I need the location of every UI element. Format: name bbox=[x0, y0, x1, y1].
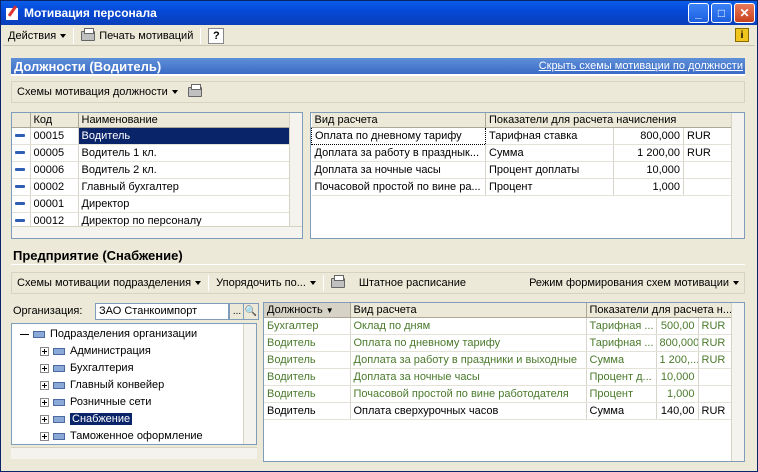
toolbar-separator bbox=[200, 27, 202, 44]
table-row[interactable]: Водитель Доплата за ночные часы Процент д.… bbox=[264, 368, 744, 386]
column-header[interactable]: Показатели для расчета н... bbox=[586, 303, 744, 318]
row-icon bbox=[15, 151, 25, 155]
actions-menu[interactable]: Действия bbox=[3, 27, 71, 45]
chevron-down-icon bbox=[309, 281, 316, 285]
column-header[interactable]: Вид расчета bbox=[311, 113, 486, 128]
column-header[interactable]: Показатели для расчета начисления bbox=[485, 113, 744, 128]
title-bar[interactable]: Мотивация персонала _ □ ✕ bbox=[1, 1, 757, 25]
table-row[interactable]: Почасовой простой по вине ра... Процент 1,… bbox=[311, 178, 744, 196]
table-row[interactable]: 00005 Водитель 1 кл. bbox=[12, 144, 302, 162]
window-title: Мотивация персонала bbox=[24, 6, 157, 20]
print-schemes-button[interactable] bbox=[183, 83, 211, 101]
table-row[interactable]: 00015 Водитель bbox=[12, 127, 302, 145]
column-header[interactable]: Наименование bbox=[78, 113, 302, 128]
order-by-menu[interactable]: Упорядочить по... bbox=[211, 274, 321, 292]
table-row[interactable]: Водитель Оплата по дневному тарифу Тарифна… bbox=[264, 334, 744, 352]
row-icon bbox=[15, 219, 25, 223]
table-row[interactable]: 00006 Водитель 2 кл. bbox=[12, 161, 302, 179]
table-row[interactable]: Оплата по дневному тарифу Тарифная ставка… bbox=[311, 126, 744, 145]
enterprise-subbar: Схемы мотивации подразделения Упорядочит… bbox=[11, 272, 745, 294]
print-department-button[interactable] bbox=[326, 274, 354, 292]
row-icon bbox=[15, 185, 25, 189]
positions-subbar: Схемы мотивация должности bbox=[11, 81, 745, 103]
table-row[interactable]: Водитель Оплата сверхурочных часов Сумма 14… bbox=[264, 402, 744, 420]
vertical-scrollbar[interactable] bbox=[731, 303, 744, 461]
chevron-down-icon bbox=[195, 281, 202, 285]
help-button[interactable]: ? bbox=[208, 27, 225, 44]
hide-schemes-link[interactable]: Скрыть схемы мотивации по должности bbox=[539, 60, 745, 72]
collapse-icon bbox=[20, 333, 29, 335]
folder-icon bbox=[53, 381, 65, 389]
scheme-mode-menu[interactable]: Режим формирования схем мотивации bbox=[524, 274, 744, 292]
positions-section-header: Должности (Водитель) Скрыть схемы мотива… bbox=[11, 58, 745, 76]
printer-icon bbox=[187, 84, 202, 97]
tree-item[interactable]: Снабжение bbox=[40, 411, 133, 427]
table-row[interactable]: Доплата за ночные часы Процент доплаты 10,… bbox=[311, 161, 744, 179]
enterprise-section-header: Предприятие (Снабжение) bbox=[11, 247, 745, 265]
folder-icon bbox=[53, 398, 65, 406]
info-icon[interactable]: i bbox=[735, 28, 749, 42]
folder-icon bbox=[53, 347, 65, 355]
tree-item[interactable]: Бухгалтерия bbox=[40, 360, 134, 376]
expand-icon bbox=[40, 346, 49, 356]
horizontal-scrollbar[interactable] bbox=[12, 226, 302, 238]
expand-icon bbox=[40, 431, 49, 441]
organization-label: Организация: bbox=[13, 305, 83, 317]
expand-icon bbox=[40, 363, 49, 373]
folder-icon bbox=[53, 432, 65, 440]
row-icon bbox=[15, 202, 25, 206]
minimize-button[interactable]: _ bbox=[688, 3, 709, 23]
chevron-down-icon bbox=[733, 281, 739, 285]
staff-schedule-button[interactable]: Штатное расписание bbox=[354, 274, 471, 292]
print-motivations-button[interactable]: Печать мотиваций bbox=[76, 27, 198, 45]
app-icon bbox=[5, 6, 19, 20]
position-schemes-menu[interactable]: Схемы мотивация должности bbox=[12, 83, 183, 101]
search-icon[interactable]: 🔍 bbox=[243, 303, 259, 320]
calc-types-grid[interactable]: Вид расчета Показатели для расчета начис… bbox=[310, 112, 745, 239]
department-schemes-menu[interactable]: Схемы мотивации подразделения bbox=[12, 274, 206, 292]
tree-item[interactable]: Главный конвейер bbox=[40, 377, 164, 393]
tree-item[interactable]: Администрация bbox=[40, 343, 151, 359]
table-row[interactable]: Водитель Доплата за работу в праздники и … bbox=[264, 351, 744, 369]
positions-grid[interactable]: Код Наименование 00015 Водитель 00005 Води… bbox=[11, 112, 303, 239]
expand-icon bbox=[40, 397, 49, 407]
sort-icon: ▼ bbox=[325, 305, 334, 315]
column-header[interactable]: Должность ▼ bbox=[264, 303, 351, 318]
main-toolbar: Действия Печать мотиваций ? i bbox=[3, 26, 755, 46]
printer-icon bbox=[81, 27, 96, 41]
toolbar-separator bbox=[208, 275, 210, 291]
toolbar-separator bbox=[73, 27, 75, 44]
vertical-scrollbar[interactable] bbox=[731, 113, 744, 238]
table-row[interactable]: Бухгалтер Оклад по дням Тарифная ... 500,00… bbox=[264, 317, 744, 335]
tree-item[interactable]: Таможенное оформление bbox=[40, 428, 203, 444]
folder-icon bbox=[53, 415, 65, 423]
toolbar-separator bbox=[322, 275, 324, 291]
column-header[interactable]: Вид расчета bbox=[350, 303, 587, 318]
tree-item[interactable]: Розничные сети bbox=[40, 394, 151, 410]
tree-root[interactable]: Подразделения организации bbox=[20, 326, 197, 342]
row-icon bbox=[15, 134, 25, 138]
vertical-scrollbar[interactable] bbox=[243, 324, 256, 444]
column-header[interactable]: Код bbox=[30, 113, 79, 128]
row-icon bbox=[15, 168, 25, 172]
chevron-down-icon bbox=[171, 90, 178, 94]
table-row[interactable]: 00001 Директор bbox=[12, 195, 302, 213]
close-button[interactable]: ✕ bbox=[734, 3, 755, 23]
organization-input[interactable]: ЗАО Станкоимпорт bbox=[95, 303, 229, 320]
main-window: Мотивация персонала _ □ ✕ Действия Печат… bbox=[0, 0, 758, 472]
table-row[interactable]: 00002 Главный бухгалтер bbox=[12, 178, 302, 196]
expand-icon bbox=[40, 380, 49, 390]
printer-icon bbox=[330, 275, 345, 288]
departments-tree[interactable]: Подразделения организации Администрация … bbox=[11, 323, 257, 445]
maximize-button[interactable]: □ bbox=[711, 3, 732, 23]
department-calc-grid[interactable]: Должность ▼ Вид расчета Показатели для р… bbox=[263, 302, 745, 462]
vertical-scrollbar[interactable] bbox=[289, 113, 302, 226]
expand-icon bbox=[40, 414, 49, 424]
tree-horizontal-scrollbar[interactable] bbox=[11, 447, 257, 459]
chevron-down-icon bbox=[60, 33, 67, 38]
table-row[interactable]: Водитель Почасовой простой по вине работо… bbox=[264, 385, 744, 403]
table-row[interactable]: Доплата за работу в празднык... Сумма 1 20… bbox=[311, 144, 744, 162]
folder-icon bbox=[53, 364, 65, 372]
folder-icon bbox=[33, 330, 45, 338]
